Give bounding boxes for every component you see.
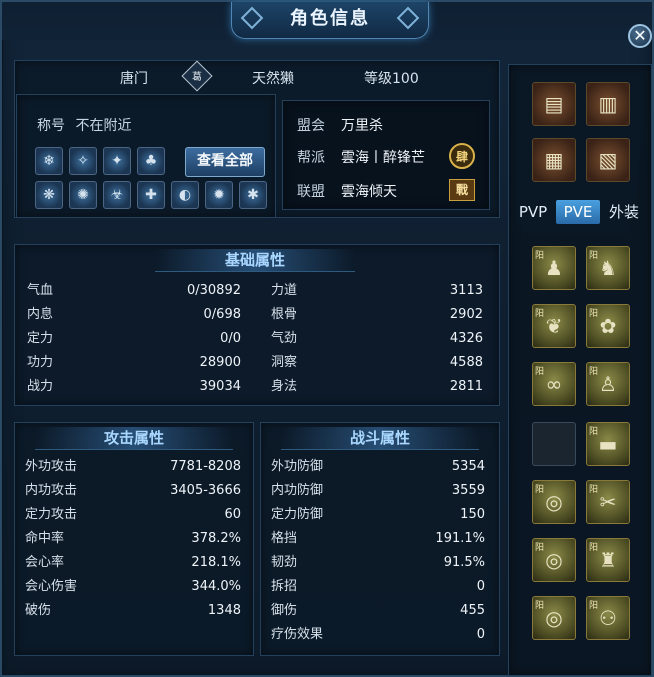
scroll-item-icon[interactable]: ▦ [532,138,576,182]
view-all-button[interactable]: 查看全部 [185,147,265,177]
combat-attributes-title: 战斗属性 [281,427,479,450]
stat-row: 破伤 1348 [25,603,241,618]
skill-icon[interactable]: ✱ [239,181,267,209]
equip-slot-icon[interactable]: 阳 ◎ [532,538,576,582]
equip-slot-icon[interactable]: 阳 ✿ [586,304,630,348]
skill-icon[interactable]: ✹ [205,181,233,209]
stat-row: 格挡 191.1% [271,531,485,546]
tab-pvp[interactable]: PVP [514,200,552,224]
stat-row: 疗伤效果 0 [271,627,485,642]
title-skills-panel: 称号 不在附近 ❄ ✧ ✦ ♣ ❋ ✺ ☣ ✚ ◐ ✹ ✱ 查看全部 [16,94,276,218]
scroll-item-icon[interactable]: ▧ [586,138,630,182]
league-row: 联盟 雲海倾天 [297,181,397,201]
stat-row: 内功防御 3559 [271,483,485,498]
stat-row: 外功攻击 7781-8208 [25,459,241,474]
skill-icon[interactable]: ❋ [35,181,63,209]
stat-row: 拆招 0 [271,579,485,594]
stat-row: 御伤 455 [271,603,485,618]
equip-slot-icon[interactable]: 阳 ▬ [586,422,630,466]
book-item-icon[interactable]: ▤ [532,82,576,126]
close-button[interactable]: ✕ [628,24,652,48]
combat-attributes-panel: 战斗属性 外功防御 5354 内功防御 3559 定力防御 150 格挡 191.1% … [260,422,500,656]
stat-row: 会心率 218.1% [25,555,241,570]
title-value: 不在附近 [75,118,132,134]
guild-panel: 盟会 万里杀 帮派 雲海丨醉锋芒 肆 联盟 雲海倾天 戰 [282,100,490,210]
title-label: 称号 [37,118,65,134]
stat-row: 身法 2811 [271,379,483,394]
stat-row: 定力防御 150 [271,507,485,522]
character-level: 等级100 [364,71,419,87]
skill-icon[interactable]: ◐ [171,181,199,209]
skill-icon[interactable]: ✧ [69,147,97,175]
empty-slot-icon[interactable] [532,422,576,466]
faction-value: 雲海丨醉锋芒 [341,150,425,166]
league-value: 雲海倾天 [341,184,397,200]
stat-row: 内息 0/698 [27,307,241,322]
basic-attributes-panel: 基础属性 气血 0/30892 内息 0/698 定力 0/0 功力 28900 战力 3… [14,244,500,406]
skill-icon[interactable]: ☣ [103,181,131,209]
alliance-label: 盟会 [297,118,325,134]
skill-icon[interactable]: ✦ [103,147,131,175]
alliance-row: 盟会 万里杀 [297,115,383,135]
faction-label: 帮派 [297,150,325,166]
menpai-emblem-icon: 葛 [192,72,202,83]
window-title: 角色信息 [231,2,429,39]
book-item-icon[interactable]: ▥ [586,82,630,126]
equip-slot-icon[interactable]: 阳 ♟ [532,246,576,290]
equip-slot-icon[interactable]: 阳 ◎ [532,480,576,524]
equipment-panel [508,64,652,676]
equip-slot-icon[interactable]: 阳 ♙ [586,362,630,406]
skill-icon[interactable]: ❄ [35,147,63,175]
stat-row: 功力 28900 [27,355,241,370]
stat-row: 内功攻击 3405-3666 [25,483,241,498]
basic-attributes-title: 基础属性 [155,249,355,272]
equip-slot-icon[interactable]: 阳 ∞ [532,362,576,406]
attack-attributes-title: 攻击属性 [35,427,233,450]
menpai-label: 唐门 [120,71,148,87]
character-info-window: 角色信息 ✕ 唐门 葛 天然獭 等级100 称号 不在附近 ❄ ✧ ✦ ♣ ❋ … [0,0,654,677]
stat-row: 力道 3113 [271,283,483,298]
equip-slot-icon[interactable]: 阳 ◎ [532,596,576,640]
character-name: 天然獭 [252,71,294,87]
stat-row: 战力 39034 [27,379,241,394]
stat-row: 定力攻击 60 [25,507,241,522]
league-badge-icon: 戰 [449,179,475,201]
league-label: 联盟 [297,184,325,200]
stat-row: 洞察 4588 [271,355,483,370]
tab-fashion[interactable]: 外装 [604,200,644,224]
skill-icon[interactable]: ✚ [137,181,165,209]
equip-slot-icon[interactable]: 阳 ♜ [586,538,630,582]
faction-badge-icon: 肆 [449,143,475,169]
title-row: 称号 不在附近 [37,115,131,135]
equip-slot-icon[interactable]: 阳 ⚇ [586,596,630,640]
stat-row: 外功防御 5354 [271,459,485,474]
alliance-value: 万里杀 [341,118,383,134]
equipment-tabs: PVP PVE 外装 [514,200,646,226]
stat-row: 命中率 378.2% [25,531,241,546]
stat-row: 韧劲 91.5% [271,555,485,570]
stat-row: 气劲 4326 [271,331,483,346]
identity-header: 唐门 葛 天然獭 等级100 [16,60,498,92]
stat-row: 根骨 2902 [271,307,483,322]
skill-icon[interactable]: ✺ [69,181,97,209]
attack-attributes-panel: 攻击属性 外功攻击 7781-8208 内功攻击 3405-3666 定力攻击 60 … [14,422,254,656]
faction-row: 帮派 雲海丨醉锋芒 [297,147,425,167]
equip-slot-icon[interactable]: 阳 ✂ [586,480,630,524]
equip-slot-icon[interactable]: 阳 ❦ [532,304,576,348]
stat-row: 气血 0/30892 [27,283,241,298]
tab-pve[interactable]: PVE [556,200,600,224]
equip-slot-icon[interactable]: 阳 ♞ [586,246,630,290]
stat-row: 定力 0/0 [27,331,241,346]
stat-row: 会心伤害 344.0% [25,579,241,594]
skill-icon[interactable]: ♣ [137,147,165,175]
title-bar: 角色信息 [2,2,652,40]
